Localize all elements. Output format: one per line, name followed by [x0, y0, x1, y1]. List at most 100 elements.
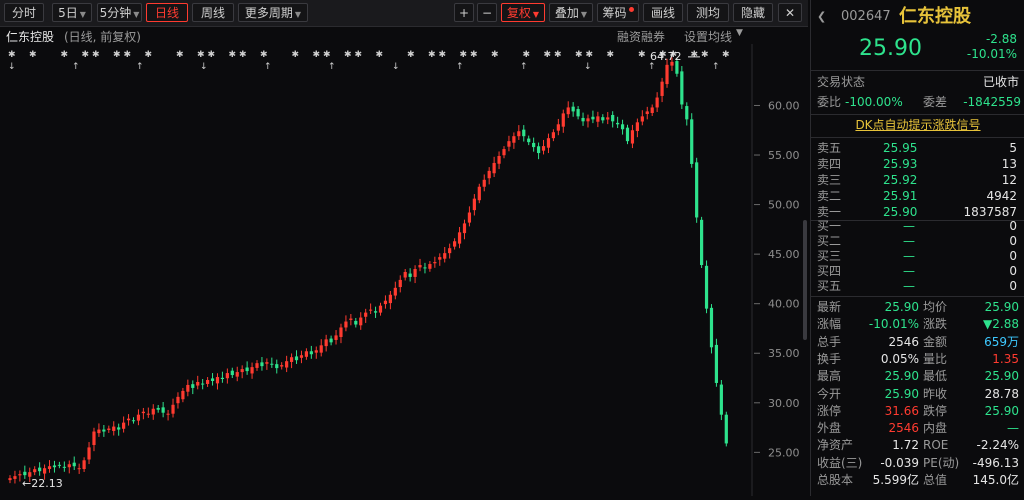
candle-body: [191, 384, 194, 388]
ask-row: 卖五25.955: [811, 140, 1024, 157]
bid-price: —: [903, 278, 915, 295]
stat-label: 涨幅: [817, 316, 841, 333]
candle-body: [102, 430, 105, 432]
candle-body: [280, 365, 283, 366]
period-5min-tab[interactable]: 5分钟▼: [97, 3, 142, 22]
candle-body: [53, 465, 56, 467]
period-daily-tab[interactable]: 日线: [146, 3, 188, 22]
stat-label: 昨收: [923, 386, 947, 403]
adjust-dropdown[interactable]: 复权▼: [501, 3, 545, 22]
candle-body: [443, 253, 446, 259]
signal-marker: ✱: [208, 50, 216, 60]
signal-marker: ✱: [491, 50, 499, 60]
stat-row: 涨幅-10.01%涨跌▼2.88: [811, 316, 1024, 333]
zoom-out-button[interactable]: −: [477, 3, 497, 22]
stat-value: 1.35: [992, 351, 1019, 368]
signal-marker: ✱: [701, 50, 709, 60]
signal-marker: ✱: [292, 50, 300, 60]
period-5day-tab[interactable]: 5日▼: [52, 3, 92, 22]
period-label: 5分钟: [100, 6, 132, 20]
candle-body: [23, 472, 26, 475]
candle-body: [656, 98, 659, 108]
ask-volume: 13: [1002, 156, 1017, 173]
candle-body: [394, 288, 397, 296]
stat-value: 2546: [888, 334, 919, 351]
order-ratio-row: 委比 -100.00% 委差 -1842559: [811, 94, 1024, 111]
candle-body: [497, 156, 500, 164]
signal-marker: ✱: [82, 50, 90, 60]
chevron-left-icon[interactable]: ❮: [817, 6, 826, 28]
signal-marker: ✱: [439, 50, 447, 60]
candle-body: [596, 116, 599, 121]
candle-body: [537, 146, 540, 153]
candle-body: [512, 136, 515, 143]
signal-marker: ✱: [575, 50, 583, 60]
ask-volume: 5: [1009, 140, 1017, 157]
candle-body: [8, 478, 11, 480]
stat-value: 25.90: [885, 299, 919, 316]
candle-body: [152, 409, 155, 415]
candle-body: [58, 465, 61, 466]
price-change-pct: -10.01%: [967, 47, 1017, 62]
ask-level-label: 卖四: [817, 156, 841, 173]
chips-button[interactable]: 筹码: [597, 3, 639, 22]
candle-body: [423, 267, 426, 268]
candle-body: [409, 274, 412, 277]
chevron-down-icon: ▼: [80, 10, 86, 19]
candle-body: [507, 141, 510, 147]
y-axis-tick-label: 35.00: [768, 347, 800, 360]
candle-body: [305, 351, 308, 357]
candle-body: [122, 423, 125, 429]
stat-label: 量比: [923, 351, 947, 368]
stat-value: -496.13: [973, 455, 1019, 472]
y-axis-tick-label: 55.00: [768, 149, 800, 162]
candle-body: [330, 339, 333, 343]
candle-body: [181, 391, 184, 399]
bid-level-label: 买五: [817, 278, 841, 295]
candle-body: [260, 362, 263, 366]
period-more-dropdown[interactable]: 更多周期▼: [238, 3, 308, 22]
ask-level-label: 卖五: [817, 140, 841, 157]
signal-marker: ↓: [8, 62, 16, 72]
candle-body: [601, 117, 604, 120]
candlestick-chart[interactable]: 60.0055.0050.0045.0040.0035.0030.0025.00…: [0, 44, 808, 496]
candle-body: [389, 295, 392, 303]
stat-value: 31.66: [885, 403, 919, 420]
candle-body: [616, 123, 619, 124]
candle-body: [206, 380, 209, 384]
period-intraday-tab[interactable]: 分时: [4, 3, 44, 22]
margin-trading-link[interactable]: 融资融券: [617, 28, 665, 45]
overlay-dropdown[interactable]: 叠加▼: [549, 3, 593, 22]
signal-marker: ✱: [607, 50, 615, 60]
candle-body: [517, 131, 520, 136]
period-weekly-tab[interactable]: 周线: [192, 3, 234, 22]
price-change: -2.88: [986, 32, 1017, 47]
close-button[interactable]: ✕: [778, 3, 802, 22]
stat-row: 净资产1.72ROE-2.24%: [811, 437, 1024, 454]
signal-marker: ✱: [323, 50, 331, 60]
candle-body: [448, 248, 451, 253]
candle-body: [502, 149, 505, 155]
candle-body: [710, 308, 713, 347]
overlay-label: 叠加: [555, 6, 579, 20]
stat-value: 25.90: [885, 386, 919, 403]
zoom-in-button[interactable]: +: [454, 3, 474, 22]
last-price: 25.90: [859, 36, 922, 62]
candle-body: [290, 357, 293, 362]
stock-name: 仁东控股: [899, 6, 971, 28]
dk-signal-row[interactable]: DK点自动提示涨跌信号: [811, 117, 1024, 134]
hide-button[interactable]: 隐藏: [733, 3, 773, 22]
signal-marker: ✱: [92, 50, 100, 60]
diagnose-button[interactable]: 测均: [687, 3, 729, 22]
candle-body: [265, 362, 268, 364]
stat-row: 最新25.90均价25.90: [811, 299, 1024, 316]
signal-marker: ↓: [584, 62, 592, 72]
candle-body: [73, 463, 76, 467]
dk-signal-link[interactable]: DK点自动提示涨跌信号: [855, 118, 980, 132]
candle-body: [231, 371, 234, 375]
ma-settings-link[interactable]: 设置均线: [684, 28, 732, 45]
candle-body: [171, 405, 174, 414]
draw-line-button[interactable]: 画线: [643, 3, 683, 22]
candle-body: [137, 415, 140, 421]
chevron-down-icon: ▼: [295, 10, 301, 19]
